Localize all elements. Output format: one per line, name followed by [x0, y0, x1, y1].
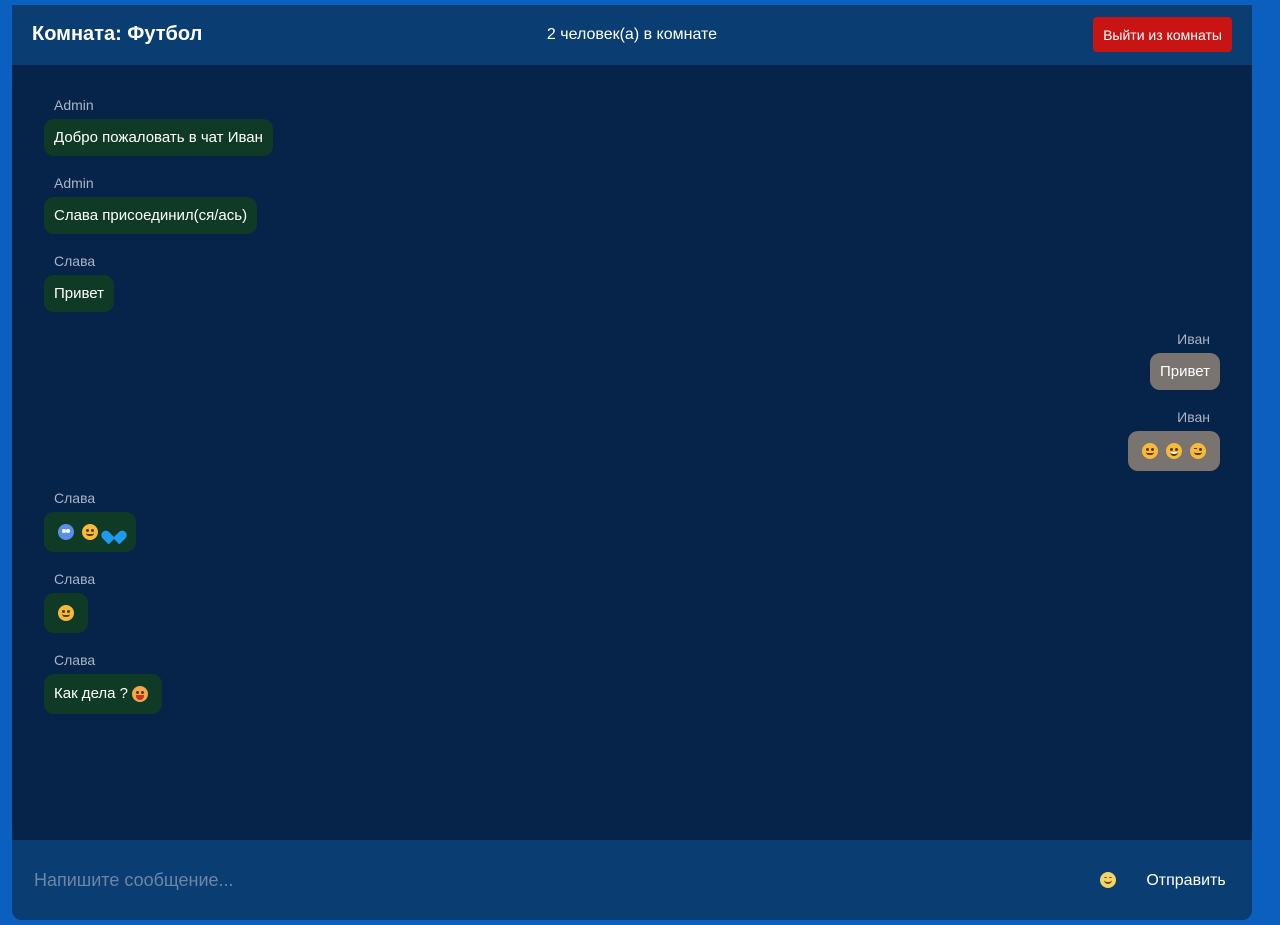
message: Слава Как дела ? [44, 652, 163, 714]
message-bubble: Добро пожаловать в чат Иван [44, 119, 273, 156]
tongue-face-icon [132, 686, 149, 703]
smiling-face-icon [82, 524, 98, 541]
message-author: Иван [1177, 409, 1210, 425]
message-bubble [1128, 431, 1220, 471]
message-input[interactable] [24, 860, 1084, 900]
alien-monster-face-icon [58, 524, 74, 541]
message-bubble [44, 593, 88, 633]
message-composer: Отправить [12, 840, 1252, 920]
chat-window: Комната: Футбол 2 человек(а) в комнате В… [12, 5, 1252, 920]
message: Иван Привет [1149, 331, 1220, 390]
message: Admin Слава присоединил(ся/ась) [44, 175, 258, 234]
chat-header: Комната: Футбол 2 человек(а) в комнате В… [12, 5, 1252, 65]
leave-room-button[interactable]: Выйти из комнаты [1093, 17, 1232, 52]
message-bubble: Привет [44, 275, 115, 312]
message-bubble: Слава присоединил(ся/ась) [44, 197, 258, 234]
message: Слава [44, 490, 136, 552]
online-count: 2 человек(а) в комнате [546, 26, 718, 43]
blue-heart-icon [106, 525, 122, 539]
message-author: Слава [54, 571, 96, 587]
message: Слава Привет [44, 253, 115, 312]
message-bubble: Как дела ? [44, 674, 163, 714]
message-author: Иван [1177, 331, 1210, 347]
message: Admin Добро пожаловать в чат Иван [44, 97, 273, 156]
message-bubble [44, 512, 136, 552]
message-bubble: Привет [1149, 353, 1220, 390]
winking-face-icon [1190, 443, 1206, 460]
message: Слава [44, 571, 95, 633]
smiley-face-icon[interactable] [1100, 872, 1116, 888]
message: Иван [1128, 409, 1220, 471]
waving-face-icon [58, 605, 74, 622]
message-author: Admin [54, 175, 94, 191]
message-author: Слава [54, 652, 96, 668]
message-author: Admin [54, 97, 94, 113]
smiling-face-icon [1142, 443, 1158, 460]
send-button[interactable]: Отправить [1136, 864, 1236, 898]
message-list[interactable]: Admin Добро пожаловать в чат Иван Admin … [12, 65, 1252, 840]
message-author: Слава [54, 490, 96, 506]
message-author: Слава [54, 253, 96, 269]
grinning-face-icon [1166, 443, 1182, 460]
message-text: Как дела ? [54, 685, 129, 702]
